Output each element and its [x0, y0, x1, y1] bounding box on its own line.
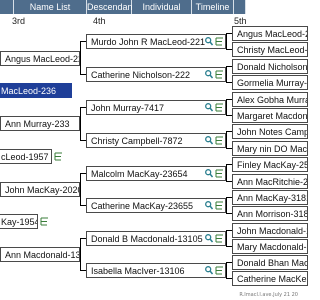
person-gen5[interactable]: Donald Bhan MacK [232, 255, 308, 270]
search-icon [205, 201, 213, 210]
family-tree-icon [215, 37, 223, 46]
family-tree-icon [40, 217, 48, 226]
person-gen5[interactable]: Gormelia Murray- [232, 75, 308, 90]
search-icon [205, 266, 213, 275]
person-gen5[interactable]: Donald Nicholson [232, 59, 308, 74]
person-gen3[interactable]: Ann Macdonald-13109 [0, 247, 80, 262]
person-gen5[interactable]: Mary nin DO Macd [232, 141, 308, 156]
search-icon [205, 169, 213, 178]
connector-line [80, 173, 81, 206]
person-gen5[interactable]: Christy MacLeod- [232, 42, 308, 57]
family-tree-icon [215, 103, 223, 112]
person-gen5[interactable]: Margaret Macdona [232, 108, 308, 123]
person-gen5[interactable]: John Notes Campl [232, 124, 308, 139]
family-tree-icon [215, 201, 223, 210]
person-gen5[interactable]: Finley MacKay-25 [232, 157, 308, 172]
person-gen5[interactable]: Ann Morrison-318 [232, 206, 308, 221]
connector-line [226, 99, 227, 116]
person-gen5[interactable]: Angus MacLeod-2 [232, 26, 308, 41]
tab-spacer [0, 0, 14, 14]
person-gen5[interactable]: Catherine MacKen [232, 271, 308, 286]
connector-line [226, 230, 227, 247]
tab-spacer-right [234, 0, 246, 14]
generation-header-3rd: 3rd [12, 16, 26, 26]
tab-individual[interactable]: Individual [132, 0, 192, 14]
connector-line [80, 238, 81, 271]
person-gen2[interactable]: cLeod-1957 [0, 149, 52, 164]
generation-header-4th: 4th [93, 16, 106, 26]
search-icon [205, 234, 213, 243]
search-icon [205, 37, 213, 46]
connector-line [80, 41, 81, 75]
family-tree-icon [215, 70, 223, 79]
person-gen2[interactable]: MacLeod-236 [0, 83, 72, 98]
person-gen3[interactable]: Ann Murray-233 [0, 116, 80, 131]
connector-line [226, 262, 227, 279]
search-icon [205, 70, 213, 79]
family-tree-icon [215, 169, 223, 178]
person-gen5[interactable]: John Macdonald-1 [232, 223, 308, 238]
generation-header-5th: 5th [234, 16, 247, 26]
tab-name-list[interactable]: Name List [14, 0, 87, 14]
family-tree-icon [215, 266, 223, 275]
person-gen5[interactable]: Ann MacRitchie-25 [232, 174, 308, 189]
tab-descendants[interactable]: Descendants [87, 0, 140, 14]
connector-line [226, 131, 227, 149]
person-gen2[interactable]: Kay-1954 [0, 214, 38, 229]
person-gen3[interactable]: John MacKay-20202 [0, 182, 80, 197]
connector-line [226, 66, 227, 83]
footer-note: R.Imacl.l.ave.July 21 20 [239, 292, 298, 298]
family-tree-icon [215, 136, 223, 145]
connector-line [226, 164, 227, 182]
connector-line [226, 33, 227, 50]
tab-timeline[interactable]: Timeline [192, 0, 234, 14]
family-tree-icon [54, 152, 62, 161]
connector-line [80, 107, 81, 141]
tab-bar: Name List Descendants Individual Timelin… [0, 0, 300, 16]
person-gen5[interactable]: Ann MacKay-3181 [232, 190, 308, 205]
person-gen5[interactable]: Mary Macdonald-1 [232, 239, 308, 254]
family-tree-icon [215, 234, 223, 243]
connector-line [226, 197, 227, 214]
search-icon [205, 136, 213, 145]
person-gen5[interactable]: Alex Gobha Murray [232, 92, 308, 107]
person-gen3[interactable]: Angus MacLeod-223 [0, 51, 80, 66]
search-icon [205, 103, 213, 112]
